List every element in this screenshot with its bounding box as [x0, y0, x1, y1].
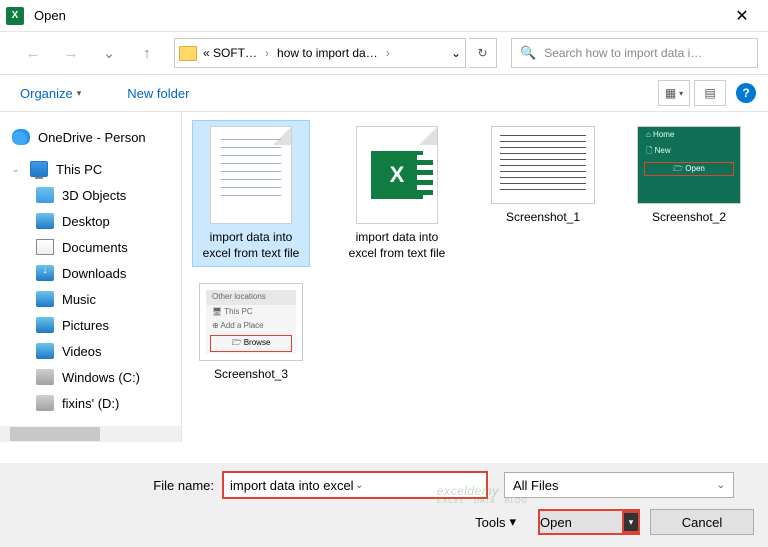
- desktop-icon: [36, 213, 54, 229]
- sidebar-item-documents[interactable]: Documents: [0, 234, 181, 260]
- sidebar-item-downloads[interactable]: Downloads: [0, 260, 181, 286]
- cancel-button[interactable]: Cancel: [650, 509, 754, 535]
- pc-icon: [30, 161, 48, 177]
- file-list: import data into excel from text file X …: [182, 112, 768, 442]
- sidebar: OneDrive - Person ⌄ This PC 3D Objects D…: [0, 112, 182, 442]
- file-label: Screenshot_1: [506, 210, 580, 226]
- chevron-down-icon: ▾: [509, 514, 516, 530]
- filetype-select[interactable]: All Files ⌄: [504, 472, 734, 498]
- window-title: Open: [34, 8, 66, 23]
- chevron-down-icon[interactable]: ⌄: [355, 480, 480, 491]
- sidebar-item-drive-c[interactable]: Windows (C:): [0, 364, 181, 390]
- chevron-down-icon: ▾: [77, 88, 82, 99]
- refresh-button[interactable]: ↻: [469, 38, 497, 68]
- file-item-txt-selected[interactable]: import data into excel from text file: [192, 120, 310, 267]
- recent-chevron-icon[interactable]: ⌄: [92, 38, 126, 68]
- tools-menu[interactable]: Tools ▾: [475, 514, 516, 530]
- sidebar-item-3d[interactable]: 3D Objects: [0, 182, 181, 208]
- folder-icon: [179, 46, 197, 61]
- sidebar-item-music[interactable]: Music: [0, 286, 181, 312]
- chevron-right-icon: ›: [263, 46, 271, 60]
- view-mode-button[interactable]: ▦ ▾: [658, 80, 690, 106]
- drive-icon: [36, 395, 54, 411]
- file-item-screenshot-3[interactable]: Other locations 🖥 This PC ⊕ Add a Place …: [192, 277, 310, 389]
- forward-button[interactable]: →: [54, 38, 88, 68]
- videos-icon: [36, 343, 54, 359]
- documents-icon: [36, 239, 54, 255]
- close-button[interactable]: ✕: [722, 6, 762, 26]
- file-item-screenshot-2[interactable]: ⌂ Home 🗋 New 🗁 Open Screenshot_2: [630, 120, 748, 267]
- image-thumb: ⌂ Home 🗋 New 🗁 Open: [637, 126, 741, 204]
- toolbar: Organize ▾ New folder ▦ ▾ ▤ ?: [0, 74, 768, 112]
- new-folder-button[interactable]: New folder: [119, 82, 197, 105]
- 3d-objects-icon: [36, 187, 54, 203]
- music-icon: [36, 291, 54, 307]
- filename-input[interactable]: import data into excel from text file ⌄: [222, 471, 488, 499]
- onedrive-icon: [12, 129, 30, 145]
- bottom-panel: File name: import data into excel from t…: [0, 463, 768, 547]
- open-split-chevron[interactable]: ▾: [622, 511, 640, 533]
- path-chevron-icon[interactable]: ⌄: [451, 46, 461, 60]
- chevron-right-icon: ›: [384, 46, 392, 60]
- crumb-2[interactable]: how to import da…: [273, 46, 382, 60]
- filename-label: File name:: [14, 478, 214, 493]
- search-icon: 🔍: [520, 45, 536, 61]
- grid-icon: ▦: [665, 86, 676, 100]
- crumb-1[interactable]: « SOFT…: [199, 46, 261, 60]
- sidebar-item-pictures[interactable]: Pictures: [0, 312, 181, 338]
- breadcrumb[interactable]: « SOFT… › how to import da… › ⌄: [174, 38, 466, 68]
- pictures-icon: [36, 317, 54, 333]
- back-button[interactable]: ←: [16, 38, 50, 68]
- sidebar-item-desktop[interactable]: Desktop: [0, 208, 181, 234]
- sidebar-scrollbar[interactable]: [0, 426, 181, 442]
- preview-pane-button[interactable]: ▤: [694, 80, 726, 106]
- expand-icon[interactable]: ⌄: [12, 164, 22, 175]
- sidebar-item-drive-d[interactable]: fixins' (D:): [0, 390, 181, 416]
- sidebar-item-videos[interactable]: Videos: [0, 338, 181, 364]
- sidebar-this-pc[interactable]: ⌄ This PC: [0, 156, 181, 182]
- preview-icon: ▤: [704, 86, 715, 100]
- nav-bar: ← → ⌄ ↑ « SOFT… › how to import da… › ⌄ …: [0, 32, 768, 74]
- excel-app-icon: X: [6, 7, 24, 25]
- image-thumb: Other locations 🖥 This PC ⊕ Add a Place …: [199, 283, 303, 361]
- drive-icon: [36, 369, 54, 385]
- sidebar-onedrive[interactable]: OneDrive - Person: [0, 124, 181, 150]
- downloads-icon: [36, 265, 54, 281]
- file-label: Screenshot_2: [652, 210, 726, 226]
- image-thumb: [491, 126, 595, 204]
- chevron-down-icon: ▾: [679, 89, 683, 98]
- excel-file-icon: X: [356, 126, 438, 224]
- text-file-icon: [210, 126, 292, 224]
- body: OneDrive - Person ⌄ This PC 3D Objects D…: [0, 112, 768, 442]
- file-label: import data into excel from text file: [340, 230, 454, 261]
- up-button[interactable]: ↑: [130, 38, 164, 68]
- help-button[interactable]: ?: [736, 83, 756, 103]
- file-label: Screenshot_3: [214, 367, 288, 383]
- file-label: import data into excel from text file: [194, 230, 308, 261]
- open-button[interactable]: Open ▾: [538, 509, 640, 535]
- title-bar: X Open ✕: [0, 0, 768, 32]
- search-placeholder: Search how to import data i…: [544, 46, 702, 60]
- file-item-screenshot-1[interactable]: Screenshot_1: [484, 120, 602, 267]
- organize-menu[interactable]: Organize ▾: [12, 82, 89, 105]
- chevron-down-icon[interactable]: ⌄: [717, 480, 725, 491]
- search-input[interactable]: 🔍 Search how to import data i…: [511, 38, 758, 68]
- file-item-xlsx[interactable]: X import data into excel from text file: [338, 120, 456, 267]
